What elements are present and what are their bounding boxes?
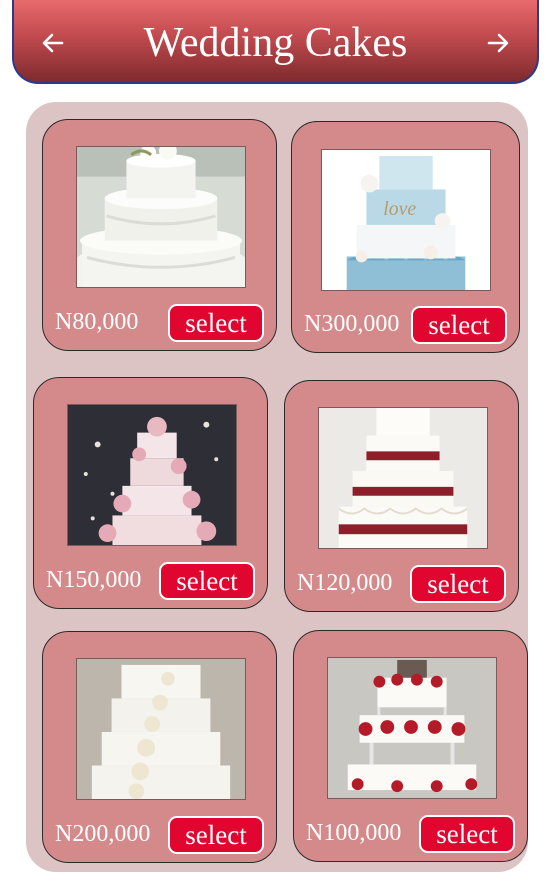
cake-photo — [76, 658, 246, 800]
cake-card: N200,000 select — [42, 631, 277, 863]
cake-card: love N300,000 select — [291, 121, 520, 353]
select-button[interactable]: select — [159, 562, 255, 600]
cake-card: N150,000 select — [33, 377, 268, 609]
cake-photo — [76, 146, 246, 288]
arrow-right-icon[interactable] — [485, 30, 511, 56]
select-button[interactable]: select — [411, 306, 507, 344]
cake-card: N120,000 select — [284, 380, 519, 612]
cake-card: N100,000 select — [293, 630, 528, 862]
cake-price: N150,000 — [46, 567, 142, 593]
cake-price: N200,000 — [55, 821, 151, 847]
cake-photo — [67, 404, 237, 546]
cake-photo: love — [321, 149, 491, 291]
select-button[interactable]: select — [419, 815, 515, 853]
cake-card: N80,000 select — [42, 119, 277, 351]
select-button[interactable]: select — [168, 816, 264, 854]
page-title: Wedding Cakes — [143, 20, 408, 66]
select-button[interactable]: select — [168, 304, 264, 342]
cake-price: N100,000 — [306, 820, 402, 846]
app-header: Wedding Cakes — [12, 0, 539, 84]
cake-price: N80,000 — [55, 309, 139, 335]
select-button[interactable]: select — [410, 565, 506, 603]
cake-photo — [327, 657, 497, 799]
svg-text:love: love — [383, 198, 416, 220]
cake-price: N300,000 — [304, 311, 400, 337]
cake-photo — [318, 407, 488, 549]
cake-grid-panel: N80,000 select love N300,000 select N150… — [26, 102, 528, 872]
cake-price: N120,000 — [297, 570, 393, 596]
